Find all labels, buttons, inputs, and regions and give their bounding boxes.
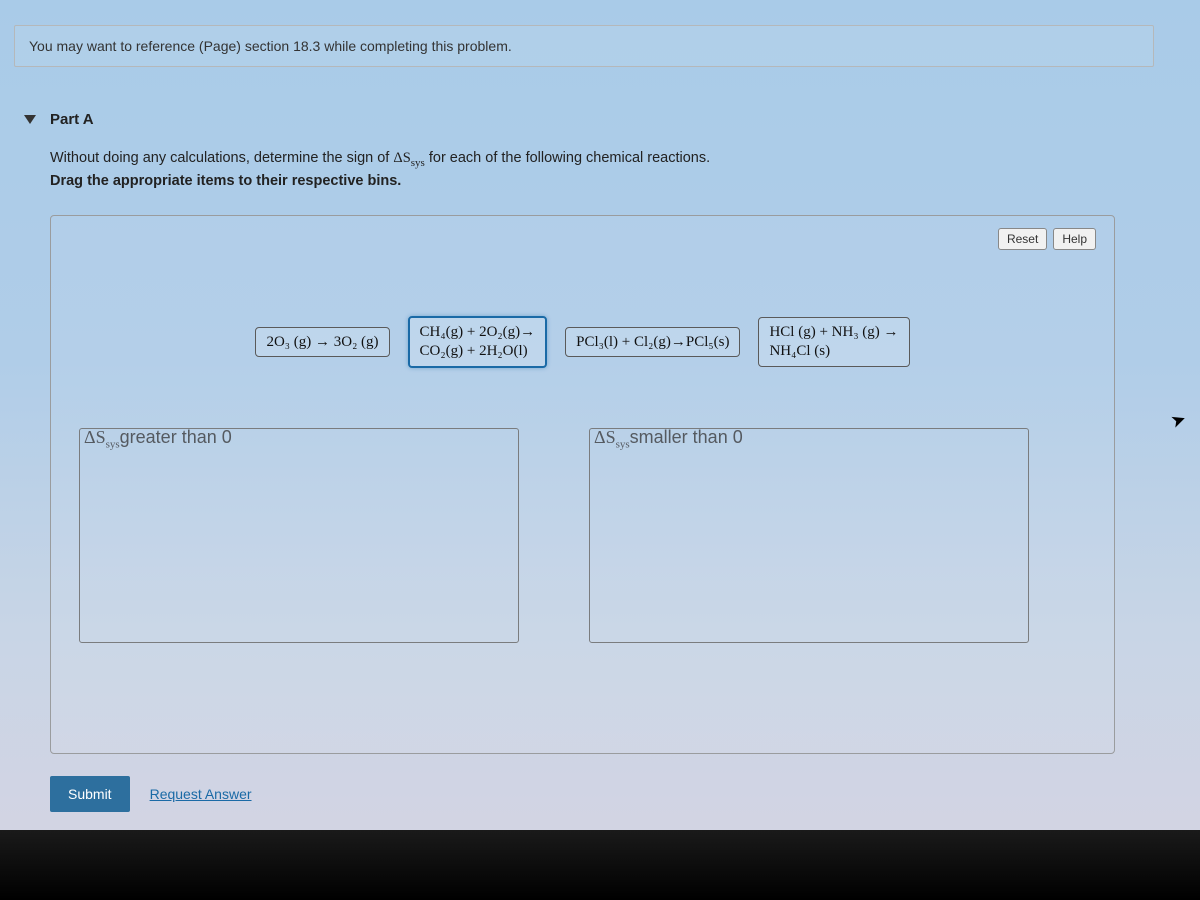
tile-text: PCl₃(l) + Cl₂(g)→PCl₅(s) — [576, 334, 729, 350]
reaction-tile-hcl-nh3[interactable]: HCl (g) + NH₃ (g) → NH₄Cl (s) — [758, 317, 909, 367]
mouse-cursor-icon: ➤ — [1168, 408, 1189, 433]
submit-row: Submit Request Answer — [50, 776, 1154, 812]
tile-text: CH₄(g) + 2O₂(g)→ — [420, 324, 536, 340]
prompt-instruction: Drag the appropriate items to their resp… — [50, 173, 401, 189]
bin-label-left: ΔSsysgreater than 0 — [84, 427, 232, 451]
submit-button[interactable]: Submit — [50, 776, 130, 812]
drop-bins-row: ΔSsysgreater than 0 ΔSsyssmaller than 0 — [69, 428, 1096, 643]
part-header[interactable]: Part A — [14, 105, 1154, 142]
reaction-tile-ozone[interactable]: 2O₃ (g) → 3O₂ (g) — [255, 327, 389, 358]
delta-s-symbol: ΔSsys — [393, 150, 424, 166]
request-answer-link[interactable]: Request Answer — [150, 786, 252, 802]
tile-text: CO₂(g) + 2H₂O(l) — [420, 343, 528, 359]
bin-smaller-than-zero[interactable]: ΔSsyssmaller than 0 — [589, 428, 1029, 643]
tile-text: NH₄Cl (s) — [769, 343, 830, 359]
collapse-caret-icon[interactable] — [24, 115, 36, 124]
drag-drop-area: Reset Help 2O₃ (g) → 3O₂ (g) CH₄(g) + 2O… — [50, 215, 1115, 754]
prompt-text-b: for each of the following chemical react… — [425, 150, 710, 166]
draggable-tiles-row: 2O₃ (g) → 3O₂ (g) CH₄(g) + 2O₂(g)→ CO₂(g… — [69, 316, 1096, 368]
bin-greater-than-zero[interactable]: ΔSsysgreater than 0 — [79, 428, 519, 643]
bottom-black-bar — [0, 830, 1200, 900]
part-a-section: Part A Without doing any calculations, d… — [14, 105, 1154, 812]
help-button[interactable]: Help — [1053, 228, 1096, 250]
part-title: Part A — [50, 111, 94, 128]
tile-text: 2O₃ (g) → 3O₂ (g) — [266, 334, 378, 350]
reset-button[interactable]: Reset — [998, 228, 1047, 250]
reaction-tile-pcl[interactable]: PCl₃(l) + Cl₂(g)→PCl₅(s) — [565, 327, 740, 358]
question-prompt: Without doing any calculations, determin… — [14, 142, 1154, 205]
reference-text: You may want to reference (Page) section… — [29, 38, 512, 54]
tile-text: HCl (g) + NH₃ (g) → — [769, 324, 898, 340]
reaction-tile-methane[interactable]: CH₄(g) + 2O₂(g)→ CO₂(g) + 2H₂O(l) — [408, 316, 548, 368]
reference-note: You may want to reference (Page) section… — [14, 25, 1154, 67]
bin-label-right: ΔSsyssmaller than 0 — [594, 427, 743, 451]
prompt-text-a: Without doing any calculations, determin… — [50, 150, 393, 166]
